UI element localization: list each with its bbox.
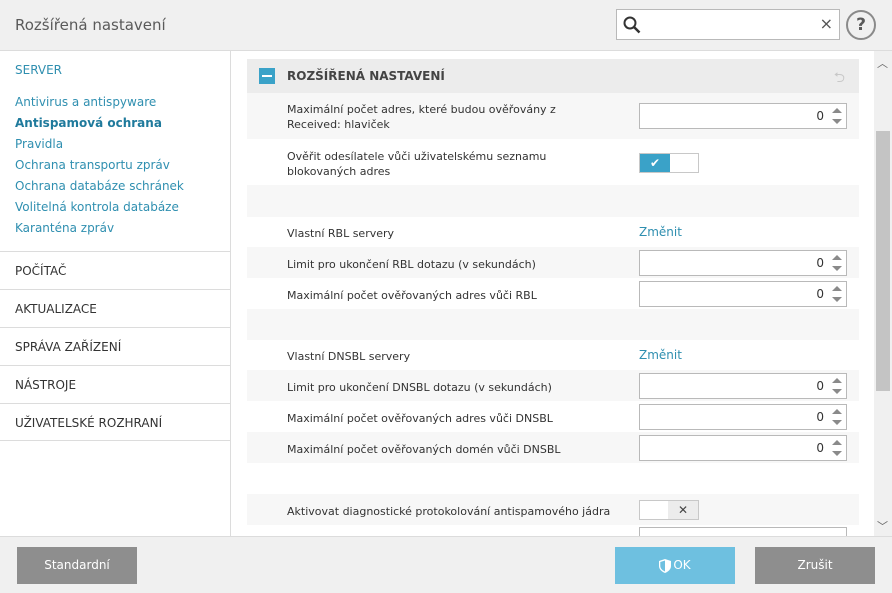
- spacer-row: [247, 463, 859, 494]
- ok-label: OK: [673, 558, 691, 572]
- stepper-value: 0: [816, 109, 824, 123]
- sidebar-item-transport-protection[interactable]: Ochrana transportu zpráv: [15, 158, 170, 172]
- setting-row: Maximální počet ověřovaných domén vůči D…: [247, 432, 859, 463]
- spacer-row: [247, 185, 859, 217]
- setting-label: Maximální počet ověřovaných domén vůči D…: [287, 443, 561, 456]
- sidebar-section-user-interface[interactable]: UŽIVATELSKÉ ROZHRANÍ: [0, 403, 230, 441]
- dnsbl-max-domain-stepper[interactable]: 0: [639, 435, 847, 461]
- max-received-stepper[interactable]: 0: [639, 103, 847, 129]
- sidebar-section-label: UŽIVATELSKÉ ROZHRANÍ: [15, 416, 163, 430]
- setting-label: Limit pro ukončení RBL dotazu (v sekundá…: [287, 258, 536, 271]
- sidebar-item-rules[interactable]: Pravidla: [15, 137, 63, 151]
- rbl-max-stepper[interactable]: 0: [639, 281, 847, 307]
- spacer-row: [247, 309, 859, 340]
- cancel-button[interactable]: Zrušit: [755, 547, 875, 584]
- sidebar-section-computer[interactable]: POČÍTAČ: [0, 251, 230, 289]
- stepper-value: 0: [816, 441, 824, 455]
- close-icon: ✕: [668, 501, 698, 519]
- diag-logging-toggle[interactable]: ✕: [639, 500, 699, 520]
- setting-row: [247, 525, 859, 536]
- collapse-icon[interactable]: [259, 68, 275, 84]
- setting-row: Limit pro ukončení DNSBL dotazu (v sekun…: [247, 370, 859, 401]
- dnsbl-timeout-stepper[interactable]: 0: [639, 373, 847, 399]
- sidebar-section-server[interactable]: SERVER: [15, 63, 62, 77]
- setting-row: Aktivovat diagnostické protokolování ant…: [247, 494, 859, 525]
- setting-row: Maximální počet ověřovaných adres vůči D…: [247, 401, 859, 432]
- setting-label: Limit pro ukončení DNSBL dotazu (v sekun…: [287, 381, 552, 394]
- footer: Standardní OK Zrušit: [0, 536, 892, 593]
- dnsbl-servers-change-link[interactable]: Změnit: [639, 348, 682, 362]
- sidebar: SERVER Antivirus a antispyware Antispamo…: [0, 51, 231, 536]
- window-title: Rozšířená nastavení: [15, 16, 166, 34]
- setting-row: Ověřit odesílatele vůči uživatelskému se…: [247, 139, 859, 185]
- setting-label: Ověřit odesílatele vůči uživatelskému se…: [287, 150, 547, 178]
- partial-stepper[interactable]: [639, 527, 847, 536]
- setting-row: Vlastní DNSBL servery Změnit: [247, 340, 859, 370]
- stepper-arrows-icon[interactable]: [828, 374, 846, 398]
- sidebar-section-label: NÁSTROJE: [15, 378, 77, 392]
- search-input[interactable]: ×: [616, 9, 840, 40]
- sidebar-item-optional-scan[interactable]: Volitelná kontrola databáze: [15, 200, 179, 214]
- check-icon: ✔: [640, 154, 670, 172]
- section-header[interactable]: ROZŠÍŘENÁ NASTAVENÍ ⮌: [247, 59, 859, 93]
- title-bar: Rozšířená nastavení × ?: [0, 0, 892, 51]
- help-button[interactable]: ?: [846, 10, 876, 40]
- sidebar-section-device-management[interactable]: SPRÁVA ZAŘÍZENÍ: [0, 327, 230, 365]
- sidebar-section-label: SPRÁVA ZAŘÍZENÍ: [15, 340, 122, 354]
- clear-search-icon[interactable]: ×: [820, 15, 833, 33]
- rbl-timeout-stepper[interactable]: 0: [639, 250, 847, 276]
- rbl-servers-change-link[interactable]: Změnit: [639, 225, 682, 239]
- sidebar-item-antispam[interactable]: Antispamová ochrana: [15, 116, 162, 130]
- stepper-arrows-icon[interactable]: [828, 405, 846, 429]
- stepper-arrows-icon[interactable]: [828, 282, 846, 306]
- chevron-up-icon[interactable]: ︿: [877, 55, 888, 71]
- setting-label: Vlastní DNSBL servery: [287, 350, 411, 363]
- stepper-value: 0: [816, 287, 824, 301]
- sidebar-section-label: POČÍTAČ: [15, 264, 67, 278]
- default-button[interactable]: Standardní: [17, 547, 137, 584]
- setting-row: Maximální počet adres, které budou ověřo…: [247, 93, 859, 139]
- stepper-value: 0: [816, 410, 824, 424]
- setting-label: Maximální počet adres, které budou ověřo…: [287, 103, 556, 131]
- setting-label: Aktivovat diagnostické protokolování ant…: [287, 505, 611, 518]
- stepper-value: 0: [816, 256, 824, 270]
- ok-button[interactable]: OK: [615, 547, 735, 584]
- reset-icon[interactable]: ⮌: [834, 67, 845, 91]
- search-icon: [623, 16, 641, 34]
- sidebar-item-quarantine[interactable]: Karanténa zpráv: [15, 221, 114, 235]
- section-title: ROZŠÍŘENÁ NASTAVENÍ: [287, 69, 445, 83]
- settings-panel: ROZŠÍŘENÁ NASTAVENÍ ⮌ Maximální počet ad…: [232, 51, 892, 536]
- dnsbl-max-addr-stepper[interactable]: 0: [639, 404, 847, 430]
- sidebar-section-tools[interactable]: NÁSTROJE: [0, 365, 230, 403]
- chevron-down-icon[interactable]: ﹀: [877, 518, 888, 534]
- setting-label: Maximální počet ověřovaných adres vůči D…: [287, 412, 553, 425]
- stepper-arrows-icon[interactable]: [828, 436, 846, 460]
- stepper-value: 0: [816, 379, 824, 393]
- verify-sender-toggle[interactable]: ✔: [639, 153, 699, 173]
- setting-row: Maximální počet ověřovaných adres vůči R…: [247, 278, 859, 309]
- sidebar-item-mailbox-protection[interactable]: Ochrana databáze schránek: [15, 179, 184, 193]
- sidebar-item-antivirus[interactable]: Antivirus a antispyware: [15, 95, 156, 109]
- setting-label: Vlastní RBL servery: [287, 227, 395, 240]
- sidebar-section-update[interactable]: AKTUALIZACE: [0, 289, 230, 327]
- scrollbar-thumb[interactable]: [876, 131, 890, 391]
- setting-row: Limit pro ukončení RBL dotazu (v sekundá…: [247, 247, 859, 278]
- stepper-arrows-icon[interactable]: [828, 251, 846, 275]
- setting-row: Vlastní RBL servery Změnit: [247, 217, 859, 247]
- sidebar-section-label: AKTUALIZACE: [15, 302, 97, 316]
- scrollbar[interactable]: ︿ ﹀: [874, 51, 892, 536]
- stepper-arrows-icon[interactable]: [828, 104, 846, 128]
- shield-icon: [659, 558, 672, 573]
- setting-label: Maximální počet ověřovaných adres vůči R…: [287, 289, 537, 302]
